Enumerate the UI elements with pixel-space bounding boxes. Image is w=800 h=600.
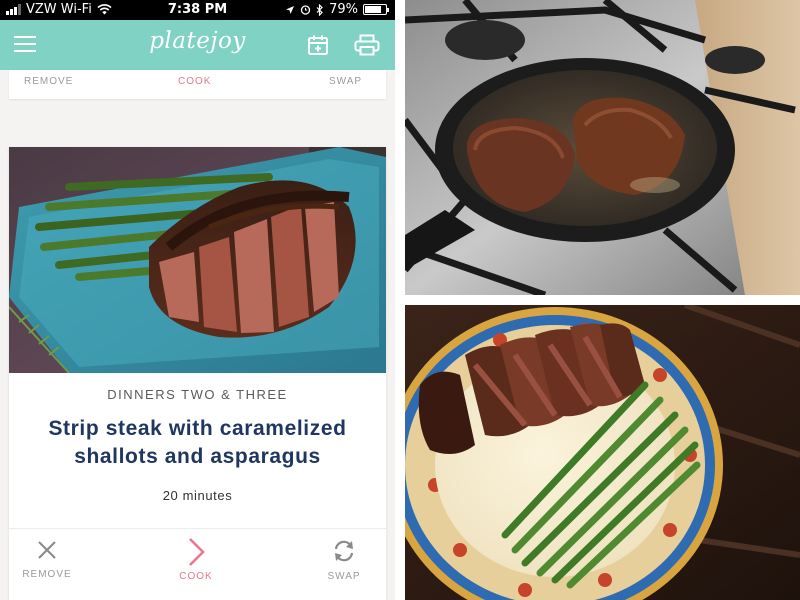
close-icon bbox=[38, 541, 56, 559]
recipe-title-line-2: shallots and asparagus bbox=[74, 445, 321, 468]
remove-button[interactable]: REMOVE bbox=[7, 539, 87, 580]
calendar-add-icon[interactable] bbox=[307, 34, 329, 56]
refresh-icon bbox=[334, 540, 354, 562]
status-right: 79% bbox=[285, 2, 389, 17]
plated-steak-image bbox=[405, 305, 800, 600]
alarm-icon bbox=[300, 5, 311, 15]
battery-icon bbox=[363, 4, 389, 15]
previous-remove-button[interactable]: REMOVE bbox=[24, 76, 73, 87]
recipe-title-line-1: Strip steak with caramelized bbox=[48, 417, 347, 440]
card-divider bbox=[9, 528, 386, 529]
plated-steak-photo bbox=[405, 305, 800, 600]
phone-screen: VZW Wi-Fi 7:38 PM 79% platejoy REMOVE CO… bbox=[0, 0, 395, 600]
recipe-category: DINNERS TWO & THREE bbox=[107, 387, 288, 402]
battery-percent: 79% bbox=[329, 2, 358, 17]
steak-asparagus-image bbox=[9, 147, 386, 373]
swap-label: SWAP bbox=[327, 571, 361, 582]
previous-cook-button[interactable]: COOK bbox=[178, 76, 211, 87]
recipe-time: 20 minutes bbox=[162, 488, 233, 503]
recipe-title[interactable]: Strip steak with caramelized shallots an… bbox=[19, 415, 376, 471]
remove-label: REMOVE bbox=[22, 569, 72, 580]
pan-steak-photo bbox=[405, 0, 800, 295]
recipe-card: DINNERS TWO & THREE Strip steak with car… bbox=[9, 147, 386, 600]
location-icon bbox=[286, 5, 295, 14]
chevron-right-icon bbox=[189, 538, 205, 566]
app-header: platejoy bbox=[0, 20, 395, 70]
printer-icon[interactable] bbox=[354, 34, 380, 56]
status-bar: VZW Wi-Fi 7:38 PM 79% bbox=[0, 0, 395, 20]
cook-button[interactable]: COOK bbox=[156, 537, 236, 582]
app-logo: platejoy bbox=[149, 28, 246, 54]
swap-button[interactable]: SWAP bbox=[304, 539, 384, 582]
previous-swap-button[interactable]: SWAP bbox=[329, 76, 362, 87]
previous-recipe-card: REMOVE COOK SWAP bbox=[9, 70, 386, 99]
recipe-photo[interactable] bbox=[9, 147, 386, 373]
pan-steak-image bbox=[405, 0, 800, 295]
cook-label: COOK bbox=[179, 571, 213, 582]
bluetooth-icon bbox=[316, 3, 323, 16]
